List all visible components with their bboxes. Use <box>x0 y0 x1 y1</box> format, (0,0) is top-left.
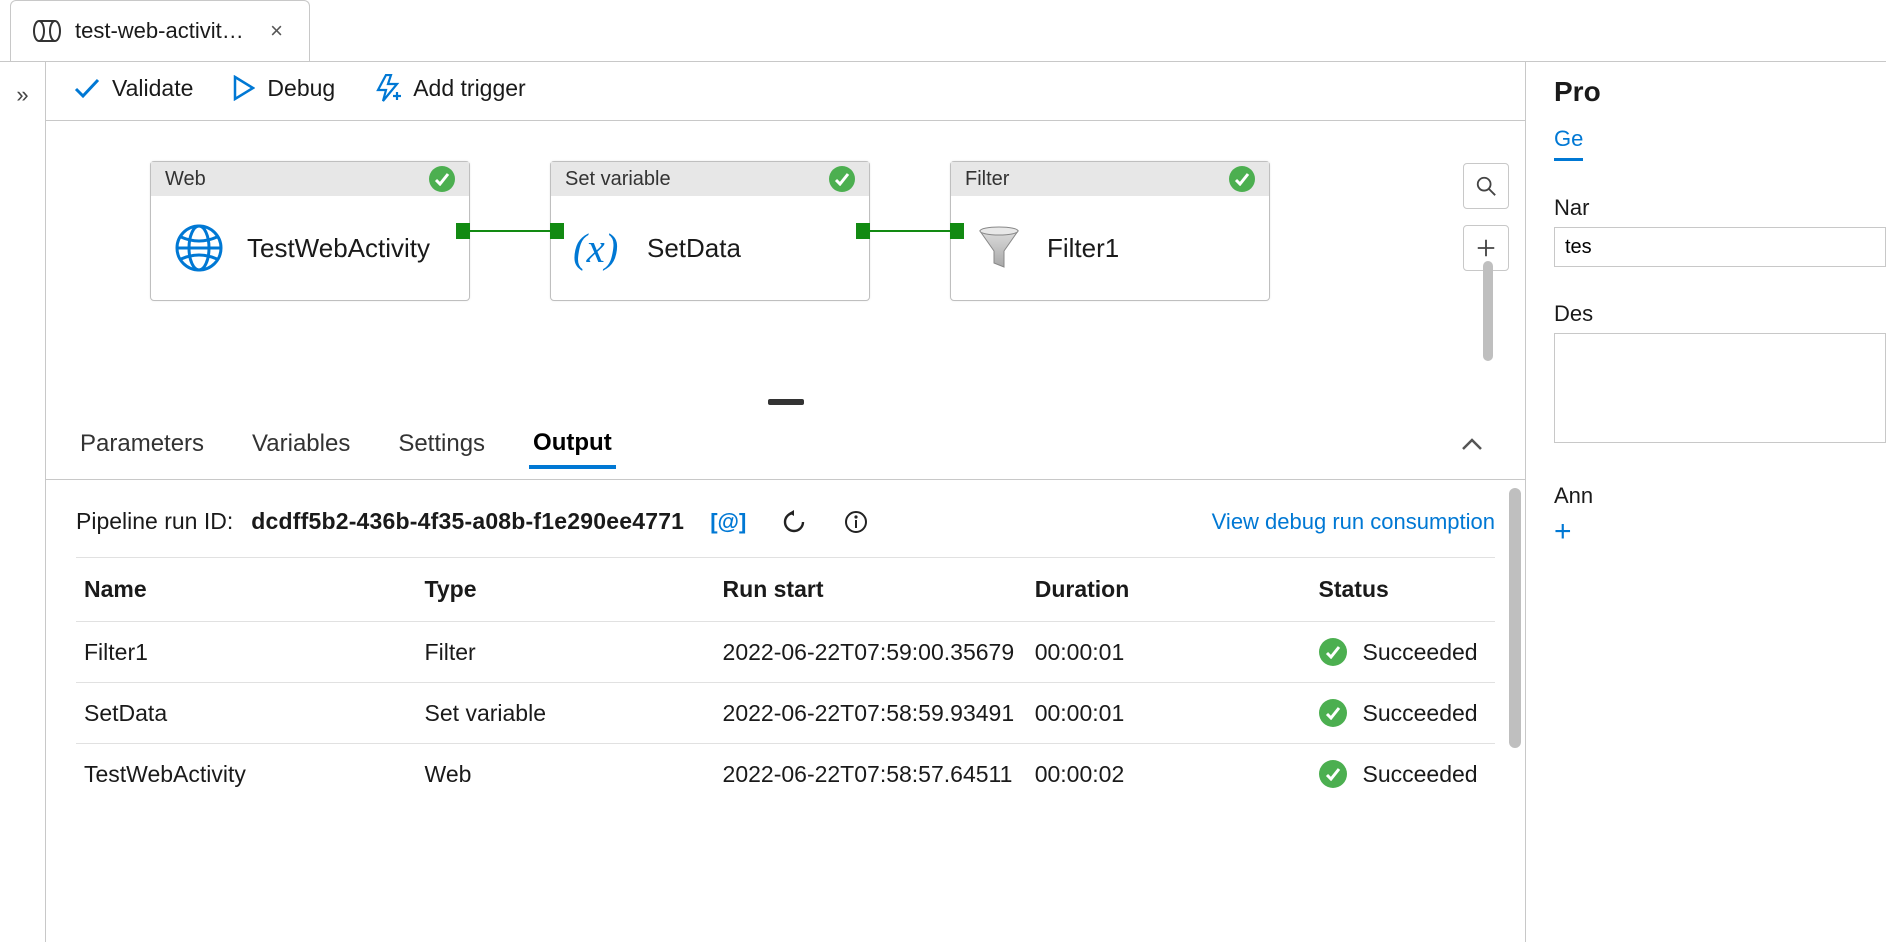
globe-icon <box>173 222 225 274</box>
cell-duration: 00:00:01 <box>1027 683 1311 744</box>
activity-type-label: Set variable <box>565 168 671 191</box>
run-id-label: Pipeline run ID: <box>76 508 233 535</box>
refresh-button[interactable] <box>772 510 816 534</box>
cell-type: Web <box>417 744 715 805</box>
success-badge-icon <box>1319 760 1347 788</box>
cell-name: Filter1 <box>76 622 417 683</box>
validate-button[interactable]: Validate <box>74 75 193 102</box>
bottom-panel-tabs: Parameters Variables Settings Output <box>46 405 1525 480</box>
success-badge-icon <box>1319 638 1347 666</box>
cell-name: TestWebActivity <box>76 744 417 805</box>
success-badge-icon <box>1319 699 1347 727</box>
add-trigger-button[interactable]: Add trigger <box>375 74 526 102</box>
canvas-scrollbar[interactable] <box>1483 261 1493 361</box>
cell-duration: 00:00:02 <box>1027 744 1311 805</box>
col-type[interactable]: Type <box>417 558 715 622</box>
activity-type-label: Web <box>165 168 206 191</box>
output-table: Name Type Run start Duration Status Filt… <box>76 558 1495 804</box>
search-icon <box>1475 175 1497 197</box>
cell-run-start: 2022-06-22T07:59:00.35679 <box>715 622 1027 683</box>
tab-output[interactable]: Output <box>529 419 616 469</box>
info-button[interactable] <box>834 510 878 534</box>
view-debug-consumption-link[interactable]: View debug run consumption <box>1212 509 1495 535</box>
plus-icon <box>1475 237 1497 259</box>
col-status[interactable]: Status <box>1311 558 1496 622</box>
validate-label: Validate <box>112 75 193 102</box>
activities-panel-collapsed: » <box>0 62 46 942</box>
table-row[interactable]: TestWebActivityWeb2022-06-22T07:58:57.64… <box>76 744 1495 805</box>
add-trigger-label: Add trigger <box>413 75 526 102</box>
cell-status: Succeeded <box>1311 744 1496 805</box>
expand-panel-icon[interactable]: » <box>16 82 28 108</box>
description-label: Des <box>1554 301 1886 327</box>
tab-parameters[interactable]: Parameters <box>76 420 208 468</box>
table-row[interactable]: Filter1Filter2022-06-22T07:59:00.3567900… <box>76 622 1495 683</box>
debug-button[interactable]: Debug <box>233 75 335 102</box>
cell-duration: 00:00:01 <box>1027 622 1311 683</box>
cell-name: SetData <box>76 683 417 744</box>
cell-type: Filter <box>417 622 715 683</box>
success-badge-icon <box>829 166 855 192</box>
cell-run-start: 2022-06-22T07:58:59.93491 <box>715 683 1027 744</box>
annotations-label: Ann <box>1554 483 1886 509</box>
output-panel: Pipeline run ID: dcdff5b2-436b-4f35-a08b… <box>46 480 1525 942</box>
checkmark-icon <box>74 77 100 99</box>
name-label: Nar <box>1554 195 1886 221</box>
success-badge-icon <box>429 166 455 192</box>
success-connector[interactable] <box>870 230 950 232</box>
pipeline-toolbar: Validate Debug Add trigger <box>46 62 1525 121</box>
activity-node[interactable]: Filter Filter1 <box>950 161 1270 301</box>
tab-general[interactable]: Ge <box>1554 126 1583 161</box>
close-icon[interactable]: × <box>266 14 287 48</box>
properties-title: Pro <box>1554 76 1886 108</box>
col-duration[interactable]: Duration <box>1027 558 1311 622</box>
description-field[interactable] <box>1554 333 1886 443</box>
editor-tabstrip: test-web-activity-p... × <box>0 0 1886 62</box>
activity-node[interactable]: Set variable (x) SetData <box>550 161 870 301</box>
pipeline-icon <box>33 19 61 43</box>
run-id-value: dcdff5b2-436b-4f35-a08b-f1e290ee4771 <box>251 508 684 535</box>
collapse-panel-icon[interactable] <box>1449 431 1495 457</box>
col-run-start[interactable]: Run start <box>715 558 1027 622</box>
pane-resize-handle[interactable] <box>46 391 1525 405</box>
success-connector[interactable] <box>470 230 550 232</box>
activity-name: TestWebActivity <box>247 233 430 264</box>
variable-icon: (x) <box>573 222 625 274</box>
editor-tab-title: test-web-activity-p... <box>75 18 252 44</box>
editor-tab[interactable]: test-web-activity-p... × <box>10 0 310 61</box>
play-outline-icon <box>233 75 255 101</box>
pipeline-canvas[interactable]: Web TestWebActivity Set variable (x) SetData… <box>46 121 1525 391</box>
name-field[interactable] <box>1554 227 1886 267</box>
activity-name: SetData <box>647 233 741 264</box>
info-icon <box>844 510 868 534</box>
copy-run-id-button[interactable]: [@] <box>702 509 754 535</box>
cell-type: Set variable <box>417 683 715 744</box>
add-annotation-button[interactable]: + <box>1554 515 1886 549</box>
output-scrollbar[interactable] <box>1509 488 1521 748</box>
cell-status: Succeeded <box>1311 683 1496 744</box>
tab-variables[interactable]: Variables <box>248 420 354 468</box>
col-name[interactable]: Name <box>76 558 417 622</box>
activity-type-label: Filter <box>965 168 1009 191</box>
funnel-icon <box>973 222 1025 274</box>
trigger-icon <box>375 74 401 102</box>
cell-status: Succeeded <box>1311 622 1496 683</box>
cell-run-start: 2022-06-22T07:58:57.64511 <box>715 744 1027 805</box>
activity-node[interactable]: Web TestWebActivity <box>150 161 470 301</box>
activity-name: Filter1 <box>1047 233 1119 264</box>
search-canvas-button[interactable] <box>1463 163 1509 209</box>
properties-panel: Pro Ge Nar Des Ann + <box>1526 62 1886 942</box>
refresh-icon <box>782 510 806 534</box>
debug-label: Debug <box>267 75 335 102</box>
success-badge-icon <box>1229 166 1255 192</box>
table-row[interactable]: SetDataSet variable2022-06-22T07:58:59.9… <box>76 683 1495 744</box>
svg-text:(x): (x) <box>573 226 618 271</box>
tab-settings[interactable]: Settings <box>394 420 489 468</box>
